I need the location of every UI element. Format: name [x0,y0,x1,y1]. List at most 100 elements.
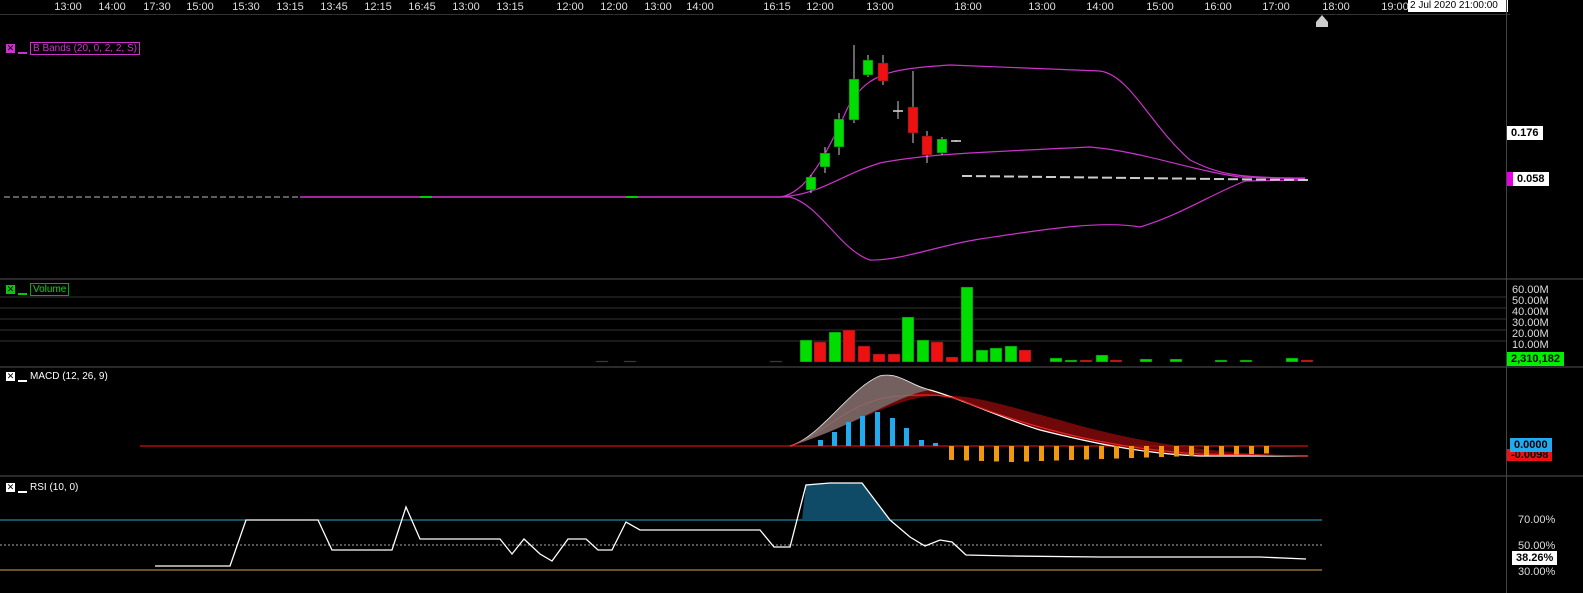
macd-histogram-bar [1204,446,1209,456]
candle [848,78,860,121]
macd-histogram-bar [832,432,837,446]
volume-bar [1169,358,1183,363]
bollinger-band-upper [300,64,1306,198]
close-indicator-button[interactable]: ✕ [6,285,15,294]
macd-histogram-bar [1084,446,1089,460]
candle [626,196,638,198]
candle-flat [1172,177,1182,180]
candle [862,59,874,76]
minimize-indicator-button[interactable] [18,284,27,295]
macd-histogram-bar [1249,446,1254,455]
scroll-marker-icon[interactable] [1316,15,1328,22]
candle-flat [1284,178,1294,181]
macd-histogram-bar [875,412,880,446]
candle-flat [1046,176,1056,179]
bbands-label[interactable]: B Bands (20, 0, 2, 2, S) [30,42,140,55]
macd-histogram-bar [1099,446,1104,460]
macd-histogram-bar [1234,446,1239,455]
candle-flat [1200,177,1210,180]
macd-chart[interactable] [0,368,1506,475]
volume-bar [1109,359,1123,363]
macd-histogram-bar [860,416,865,446]
volume-bar [595,360,609,363]
volume-bar [945,356,959,363]
candle [907,106,919,134]
volume-pane[interactable]: ✕ Volume 60.00M 50.00M 40.00M 30.00M 20.00M 1… [0,280,1564,366]
bbands-legend: ✕ B Bands (20, 0, 2, 2, S) [6,42,140,55]
volume-legend: ✕ Volume [6,283,70,296]
volume-bar [769,360,783,363]
rsi-label[interactable]: RSI (10, 0) [30,482,78,493]
price-axis-column[interactable] [1506,0,1583,593]
volume-bar [1018,349,1032,363]
volume-bar [916,339,930,363]
volume-bar [1079,359,1093,363]
macd-histogram-bar [919,440,924,446]
macd-histogram-bar [1264,446,1269,454]
candle-flat [976,175,986,178]
macd-histogram-bar [1069,446,1074,461]
candle-flat [990,175,1000,178]
macd-label[interactable]: MACD (12, 26, 9) [30,371,108,382]
price-chart[interactable] [0,15,1506,278]
close-indicator-button[interactable]: ✕ [6,483,15,492]
close-indicator-button[interactable]: ✕ [6,44,15,53]
macd-histogram-bar [979,446,984,461]
candle-flat [1116,176,1126,179]
macd-histogram-bar [818,440,823,446]
volume-bar [1095,354,1109,363]
candle-flat [1256,178,1266,181]
volume-bar [799,339,813,363]
candle [805,176,817,191]
minimize-indicator-button[interactable] [18,371,27,382]
volume-bar [1049,357,1063,363]
macd-histogram-bar [1174,446,1179,457]
candle-flat [1242,178,1252,181]
macd-histogram-bar [1039,446,1044,462]
macd-histogram-bar [1114,446,1119,459]
volume-chart[interactable] [0,280,1506,366]
candle-flat [1032,175,1042,178]
macd-histogram-bar [1159,446,1164,458]
close-indicator-button[interactable]: ✕ [6,372,15,381]
candle-flat [1018,175,1028,178]
macd-histogram-bar [904,428,909,446]
price-pane[interactable]: ✕ B Bands (20, 0, 2, 2, S) 0.176 0.058 [0,15,1568,278]
volume-bar [1064,359,1078,363]
candle-flat [1186,177,1196,180]
bollinger-band-lower [300,179,1306,261]
candle [833,118,845,148]
volume-bar [1004,345,1018,363]
volume-bar [1214,359,1228,363]
volume-bar [842,329,856,363]
candle-flat [1228,178,1238,181]
candle-flat [1004,175,1014,178]
macd-histogram-bar [1144,446,1149,458]
volume-label[interactable]: Volume [30,283,70,296]
volume-bar [901,316,915,363]
volume-bar [930,341,944,363]
volume-bar [623,360,637,363]
macd-histogram-bar [964,446,969,461]
rsi-legend: ✕ RSI (10, 0) [6,482,78,493]
minimize-indicator-button[interactable] [18,43,27,54]
macd-histogram-bar [1054,446,1059,461]
macd-pane[interactable]: ✕ MACD (12, 26, 9) -0.0098 0.0000 [0,368,1553,475]
candle-flat [1074,176,1084,179]
volume-bar [857,345,871,363]
candle-flat [1060,176,1070,179]
volume-bar [872,353,886,363]
macd-histogram-bar [846,422,851,446]
candle-flat [1102,176,1112,179]
rsi-chart[interactable] [0,477,1506,593]
candle-flat [1214,178,1224,181]
macd-histogram-bar [933,443,938,446]
scroll-marker-base [1316,22,1328,27]
minimize-indicator-button[interactable] [18,482,27,493]
rsi-line [155,482,1307,567]
macd-histogram-bar [949,446,954,460]
macd-histogram-bar [1189,446,1194,457]
macd-histogram-bar [1129,446,1134,459]
candle-flat [962,175,972,177]
rsi-pane[interactable]: ✕ RSI (10, 0) 70.00% 50.00% 30.00% 38.26% [0,477,1558,593]
